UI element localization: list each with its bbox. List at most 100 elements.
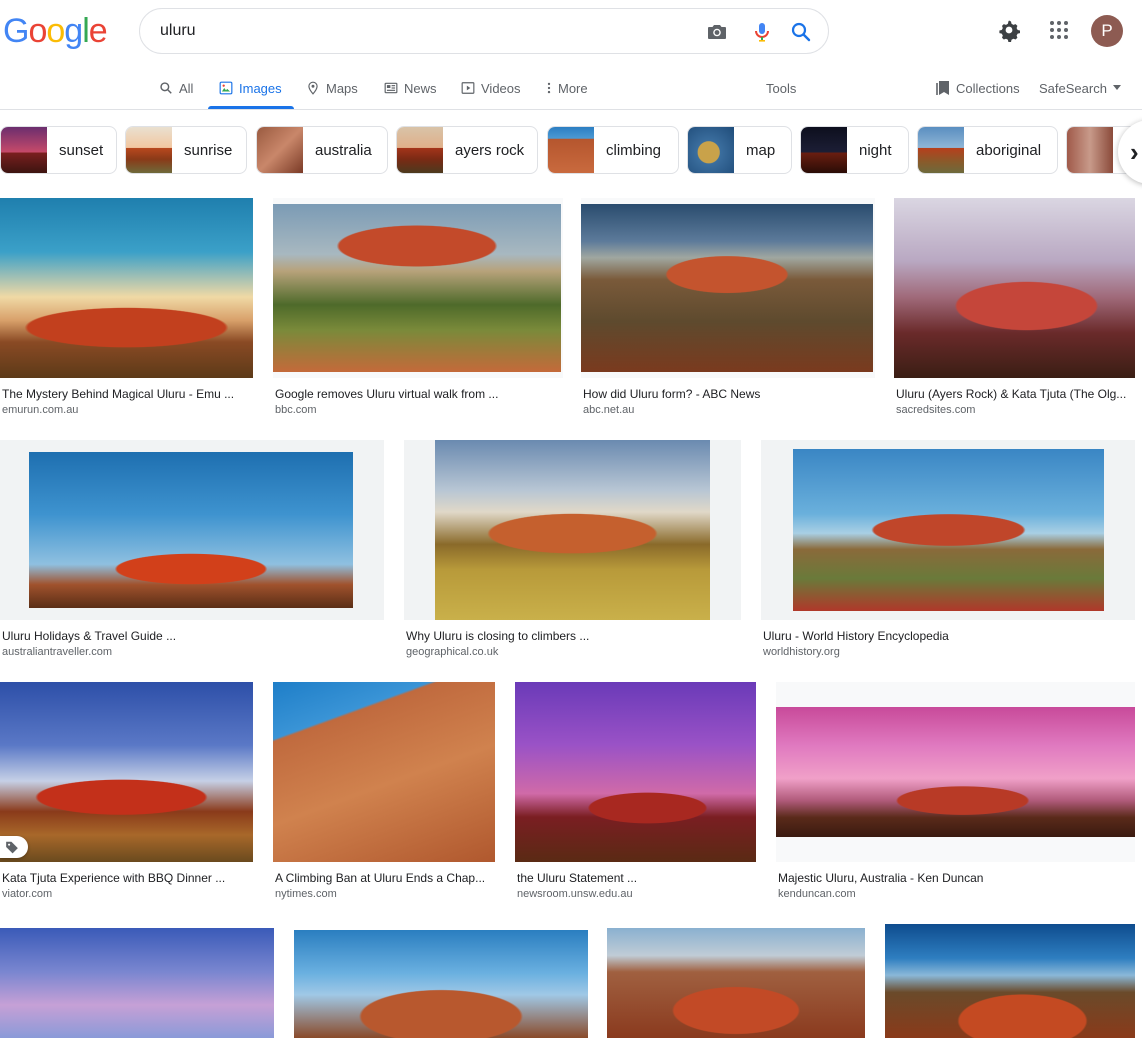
image-result[interactable]: A Climbing Ban at Uluru Ends a Chap... n… xyxy=(273,682,496,904)
chip-label: ayers rock xyxy=(455,141,525,159)
tab-all[interactable]: All xyxy=(159,78,193,98)
result-source[interactable]: australiantraveller.com xyxy=(2,646,112,658)
result-title[interactable]: Uluru (Ayers Rock) & Kata Tjuta (The Olg… xyxy=(896,387,1136,401)
microphone-icon[interactable] xyxy=(750,20,774,44)
result-source[interactable]: geographical.co.uk xyxy=(406,646,498,658)
image-result[interactable]: The Mystery Behind Magical Uluru - Emu .… xyxy=(0,198,255,420)
chip-ayers-rock[interactable]: ayers rock xyxy=(396,126,538,174)
gear-icon[interactable] xyxy=(997,18,1021,43)
result-image xyxy=(0,198,253,378)
result-title[interactable]: the Uluru Statement ... xyxy=(517,871,755,885)
image-result[interactable]: Uluru Holidays & Travel Guide ... austra… xyxy=(0,440,384,662)
result-source[interactable]: worldhistory.org xyxy=(763,646,840,658)
chip-thumbnail xyxy=(1067,127,1113,173)
image-result[interactable]: Why Uluru is closing to climbers ... geo… xyxy=(404,440,741,662)
tab-more[interactable]: More xyxy=(546,78,588,98)
image-result[interactable]: Kata Tjuta Experience with BBQ Dinner ..… xyxy=(0,682,255,904)
result-title[interactable]: The Mystery Behind Magical Uluru - Emu .… xyxy=(2,387,252,401)
result-source[interactable]: viator.com xyxy=(2,888,52,900)
chip-label: aboriginal xyxy=(976,141,1042,159)
result-image xyxy=(776,682,1135,862)
result-image xyxy=(273,682,495,862)
result-image xyxy=(273,198,563,378)
search-icon[interactable] xyxy=(789,20,813,44)
result-title[interactable]: Google removes Uluru virtual walk from .… xyxy=(275,387,560,401)
result-title[interactable]: Why Uluru is closing to climbers ... xyxy=(406,629,736,643)
image-result[interactable] xyxy=(607,928,865,1038)
tab-label: All xyxy=(179,80,194,96)
result-title[interactable]: Majestic Uluru, Australia - Ken Duncan xyxy=(778,871,1133,885)
active-tab-indicator xyxy=(208,106,294,109)
avatar[interactable]: P xyxy=(1091,15,1123,47)
result-source[interactable]: nytimes.com xyxy=(275,888,337,900)
result-title[interactable]: Uluru - World History Encyclopedia xyxy=(763,629,1133,643)
image-result[interactable]: How did Uluru form? - ABC News abc.net.a… xyxy=(581,198,875,420)
chip-label: night xyxy=(859,141,892,159)
chip-label: climbing xyxy=(606,141,662,159)
image-result[interactable]: Uluru - World History Encyclopedia world… xyxy=(761,440,1135,662)
google-logo[interactable]: Google xyxy=(3,12,108,51)
image-result[interactable] xyxy=(885,924,1135,1038)
search-tabs: All Images Maps News Videos More Tools C… xyxy=(0,62,1142,110)
search-box xyxy=(139,8,829,54)
result-source[interactable]: newsroom.unsw.edu.au xyxy=(517,888,633,900)
tab-news[interactable]: News xyxy=(384,78,437,98)
result-image xyxy=(294,930,588,1038)
tab-images[interactable]: Images xyxy=(219,78,282,98)
chip-thumbnail xyxy=(688,127,734,173)
tools-button[interactable]: Tools xyxy=(766,78,796,98)
tab-label: Tools xyxy=(766,80,797,96)
tab-maps[interactable]: Maps xyxy=(306,78,358,98)
chip-thumbnail xyxy=(126,127,172,173)
image-result[interactable] xyxy=(294,930,588,1038)
search-icon xyxy=(160,82,172,94)
result-image xyxy=(761,440,1135,620)
image-result[interactable]: Uluru (Ayers Rock) & Kata Tjuta (The Olg… xyxy=(894,198,1136,420)
image-result[interactable]: the Uluru Statement ... newsroom.unsw.ed… xyxy=(515,682,757,904)
chip-australia[interactable]: australia xyxy=(256,126,388,174)
result-source[interactable]: abc.net.au xyxy=(583,404,634,416)
tab-videos[interactable]: Videos xyxy=(461,78,521,98)
image-result[interactable]: Google removes Uluru virtual walk from .… xyxy=(273,198,563,420)
safesearch-button[interactable]: SafeSearch xyxy=(1039,78,1121,98)
bookmark-icon xyxy=(936,81,949,95)
chip-climbing[interactable]: climbing xyxy=(547,126,679,174)
chip-sunrise[interactable]: sunrise xyxy=(125,126,247,174)
result-title[interactable]: Kata Tjuta Experience with BBQ Dinner ..… xyxy=(2,871,252,885)
map-pin-icon xyxy=(308,81,318,95)
tag-icon xyxy=(6,841,18,854)
result-image xyxy=(607,928,865,1038)
logo-letter: o xyxy=(28,12,47,50)
result-source[interactable]: sacredsites.com xyxy=(896,404,975,416)
image-result[interactable]: Majestic Uluru, Australia - Ken Duncan k… xyxy=(776,682,1135,904)
image-result[interactable] xyxy=(0,928,274,1038)
apps-grid-icon[interactable] xyxy=(1047,18,1071,42)
chip-map[interactable]: map xyxy=(687,126,792,174)
chip-label: sunset xyxy=(59,141,104,159)
chip-night[interactable]: night xyxy=(800,126,909,174)
chip-thumbnail xyxy=(548,127,594,173)
chip-sunset[interactable]: sunset xyxy=(0,126,117,174)
result-title[interactable]: A Climbing Ban at Uluru Ends a Chap... xyxy=(275,871,493,885)
logo-letter: g xyxy=(64,12,83,50)
result-title[interactable]: How did Uluru form? - ABC News xyxy=(583,387,873,401)
result-image xyxy=(581,198,875,378)
collections-button[interactable]: Collections xyxy=(936,78,1020,98)
tab-label: Maps xyxy=(326,80,358,96)
chip-aboriginal[interactable]: aboriginal xyxy=(917,126,1058,174)
logo-letter: G xyxy=(3,12,29,50)
related-search-chips: sunset sunrise australia ayers rock clim… xyxy=(0,126,1142,174)
search-input[interactable] xyxy=(160,19,680,43)
more-vert-icon xyxy=(547,82,551,94)
result-source[interactable]: kenduncan.com xyxy=(778,888,856,900)
result-source[interactable]: bbc.com xyxy=(275,404,317,416)
result-image xyxy=(0,440,384,620)
camera-icon[interactable] xyxy=(705,20,729,44)
newspaper-icon xyxy=(384,82,398,94)
result-title[interactable]: Uluru Holidays & Travel Guide ... xyxy=(2,629,382,643)
header: Google P xyxy=(0,0,1142,62)
tag-badge[interactable] xyxy=(0,836,28,858)
tab-label: News xyxy=(404,80,437,96)
result-source[interactable]: emurun.com.au xyxy=(2,404,78,416)
result-image xyxy=(0,928,274,1038)
